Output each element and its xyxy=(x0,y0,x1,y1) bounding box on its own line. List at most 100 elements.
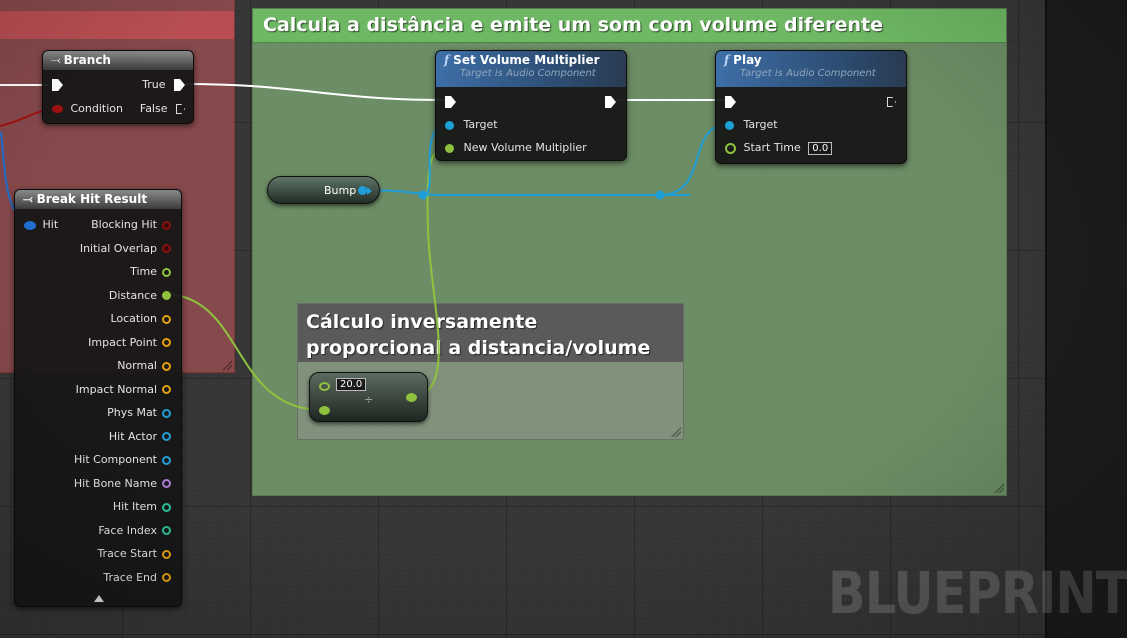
exec-pin-icon[interactable] xyxy=(174,79,185,91)
break-hit-output-pin[interactable]: Trace Start xyxy=(97,547,171,560)
branch-condition-label: Condition xyxy=(70,102,124,115)
branch-false-label: False xyxy=(139,102,168,115)
break-hit-output-pin[interactable]: Blocking Hit xyxy=(91,218,171,231)
struct-break-icon: ⤙ xyxy=(23,192,33,206)
break-hit-output-pin[interactable]: Phys Mat xyxy=(107,406,171,419)
break-hit-output-pin[interactable]: Face Index xyxy=(98,524,171,537)
output-pin-icon[interactable] xyxy=(162,479,171,488)
branch-true-label: True xyxy=(142,78,166,91)
float-pin-icon[interactable] xyxy=(319,406,330,415)
divide-node[interactable]: 20.0 ÷ xyxy=(309,372,428,422)
object-pin-icon[interactable] xyxy=(725,120,734,130)
branch-exec-in[interactable] xyxy=(52,78,63,91)
output-pin-label: Distance xyxy=(108,288,157,302)
new-volume-multiplier-pin[interactable]: New Volume Multiplier xyxy=(445,141,587,154)
object-pin-icon[interactable] xyxy=(445,120,454,130)
output-pin-icon[interactable] xyxy=(162,267,171,277)
output-pin-label: Location xyxy=(110,312,157,325)
break-hit-output-pin[interactable]: Time xyxy=(130,265,171,278)
object-pin-icon[interactable] xyxy=(358,186,367,195)
play-exec-in[interactable] xyxy=(725,95,736,108)
break-hit-result-header[interactable]: ⤙ Break Hit Result xyxy=(15,190,181,209)
float-pin-icon[interactable] xyxy=(445,143,454,153)
play-header[interactable]: f Play Target is Audio Component xyxy=(716,51,906,87)
output-pin-icon[interactable] xyxy=(162,385,171,394)
output-pin-label: Initial Overlap xyxy=(79,241,157,255)
set-volume-exec-out[interactable] xyxy=(605,95,616,108)
set-volume-multiplier-title: Set Volume Multiplier xyxy=(453,53,600,67)
break-hit-output-pin[interactable]: Location xyxy=(110,312,171,325)
break-hit-output-pin[interactable]: Normal xyxy=(117,359,171,372)
break-hit-output-pin[interactable]: Hit Component xyxy=(74,453,171,466)
collapse-arrow-icon[interactable] xyxy=(94,595,104,602)
bump-label: Bump xyxy=(324,184,357,197)
output-pin-icon[interactable] xyxy=(162,361,171,371)
bool-pin-icon[interactable] xyxy=(52,105,63,113)
blueprint-watermark: BLUEPRINT xyxy=(828,559,1127,627)
exec-pin-icon[interactable] xyxy=(887,97,896,107)
exec-pin-icon[interactable] xyxy=(176,104,185,114)
struct-pin-icon[interactable] xyxy=(24,220,36,230)
set-volume-multiplier-header[interactable]: f Set Volume Multiplier Target is Audio C… xyxy=(436,51,626,87)
output-pin-label: Impact Normal xyxy=(75,382,157,396)
branch-node-header[interactable]: ⤙ Branch xyxy=(43,51,193,70)
output-pin-label: Normal xyxy=(117,359,157,372)
branch-true-pin[interactable]: True xyxy=(142,78,185,91)
branch-title: Branch xyxy=(63,53,111,67)
output-pin-icon[interactable] xyxy=(162,573,171,582)
output-pin-icon[interactable] xyxy=(162,408,171,418)
branch-icon: ⤙ xyxy=(51,53,61,67)
start-time-pin[interactable]: Start Time 0.0 xyxy=(725,141,833,155)
output-pin-label: Blocking Hit xyxy=(91,218,157,231)
output-pin-icon[interactable] xyxy=(162,291,171,300)
exec-pin-icon[interactable] xyxy=(605,96,616,108)
float-pin-icon[interactable] xyxy=(319,382,330,391)
set-volume-multiplier-node[interactable]: f Set Volume Multiplier Target is Audio C… xyxy=(435,50,627,161)
branch-node[interactable]: ⤙ Branch True Condition False xyxy=(42,50,194,124)
function-icon: f xyxy=(724,53,730,67)
output-pin-icon[interactable] xyxy=(162,526,171,535)
float-pin-icon[interactable] xyxy=(725,142,736,154)
output-pin-icon[interactable] xyxy=(162,220,171,230)
break-hit-result-node[interactable]: ⤙ Break Hit Result Hit Blocking Hit Initia… xyxy=(14,189,182,607)
output-pin-icon[interactable] xyxy=(162,502,171,512)
break-hit-output-pin[interactable]: Hit Actor xyxy=(109,430,171,443)
set-volume-exec-in[interactable] xyxy=(445,95,456,108)
new-volume-multiplier-label: New Volume Multiplier xyxy=(463,141,587,154)
set-volume-target-label: Target xyxy=(463,118,498,131)
break-hit-output-pin[interactable]: Impact Normal xyxy=(76,383,171,396)
output-pin-icon[interactable] xyxy=(162,338,171,347)
dividend-input[interactable]: 20.0 xyxy=(336,378,367,391)
play-target-pin[interactable]: Target xyxy=(725,118,778,131)
bump-variable-node[interactable]: Bump xyxy=(267,176,380,204)
output-pin-icon[interactable] xyxy=(162,455,171,465)
output-pin-icon[interactable] xyxy=(162,314,171,324)
exec-pin-icon[interactable] xyxy=(725,96,736,108)
exec-pin-icon[interactable] xyxy=(52,79,63,91)
output-pin-label: Hit Bone Name xyxy=(73,476,157,490)
pin-arrow-icon xyxy=(367,187,372,195)
exec-pin-icon[interactable] xyxy=(445,96,456,108)
play-title: Play xyxy=(733,53,762,67)
break-hit-output-pin[interactable]: Trace End xyxy=(103,571,171,584)
play-node[interactable]: f Play Target is Audio Component Target S… xyxy=(715,50,907,164)
break-hit-output-pin[interactable]: Distance xyxy=(109,289,171,302)
function-icon: f xyxy=(444,53,450,67)
set-volume-target-pin[interactable]: Target xyxy=(445,118,498,131)
float-pin-icon[interactable] xyxy=(406,393,417,402)
output-pin-icon[interactable] xyxy=(162,244,171,253)
break-hit-output-pin[interactable]: Initial Overlap xyxy=(80,242,171,255)
output-pin-label: Hit Item xyxy=(112,500,157,513)
play-exec-out[interactable] xyxy=(887,95,896,108)
branch-condition-pin[interactable]: Condition xyxy=(52,102,123,115)
set-volume-multiplier-subtitle: Target is Audio Component xyxy=(460,68,596,79)
hit-input-pin[interactable]: Hit xyxy=(24,218,58,231)
output-pin-icon[interactable] xyxy=(162,549,171,559)
output-pin-icon[interactable] xyxy=(162,432,171,441)
start-time-input[interactable]: 0.0 xyxy=(808,142,833,155)
break-hit-output-pin[interactable]: Hit Item xyxy=(113,500,171,513)
break-hit-output-pin[interactable]: Hit Bone Name xyxy=(74,477,171,490)
break-hit-output-pin[interactable]: Impact Point xyxy=(88,336,171,349)
output-pin-label: Trace Start xyxy=(97,547,157,560)
branch-false-pin[interactable]: False xyxy=(140,102,185,115)
